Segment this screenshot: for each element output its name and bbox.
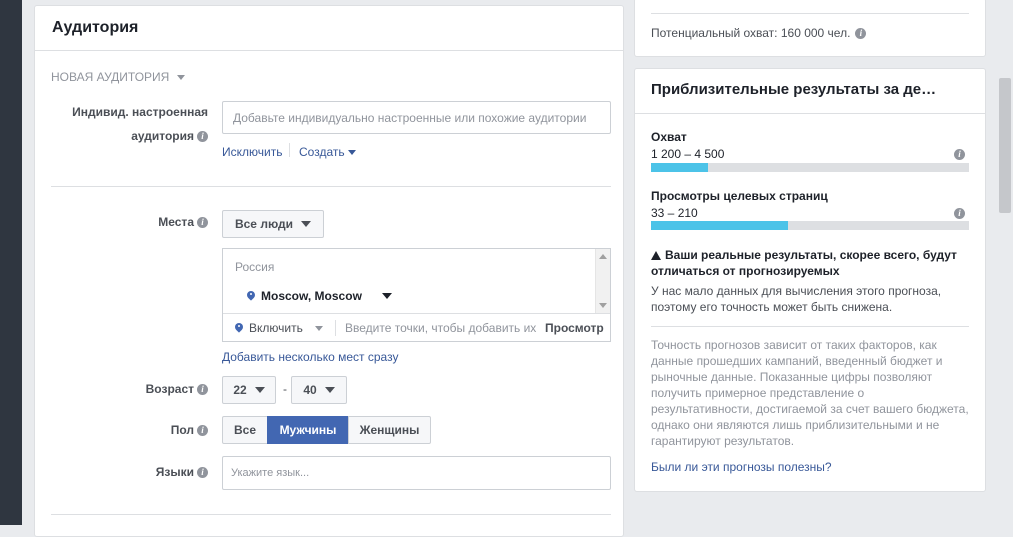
locations-search-row: Включить Введите точки, чтобы добавить и… [223,313,610,342]
exclude-link[interactable]: Исключить [222,145,282,159]
age-dash: - [283,382,287,396]
caret-down-icon [324,387,335,393]
audience-card: Аудитория НОВАЯ АУДИТОРИЯ Индивид. настр… [34,5,624,537]
potential-reach-card: Потенциальный охват: 160 000 чел. i [634,0,986,57]
languages-input[interactable]: Укажите язык... [222,456,611,490]
section-divider [51,514,611,515]
create-label: Создать [299,145,345,159]
warning-title: Ваши реальные результаты, скорее всего, … [651,247,969,279]
views-label: Просмотры целевых страниц [651,189,828,203]
potential-reach-text: Потенциальный охват: 160 000 чел. i [651,26,867,40]
places-label-text: Места [158,215,194,229]
caret-down-icon [314,325,323,331]
card-divider [635,113,985,114]
gender-all-button[interactable]: Все [222,416,268,444]
warning-icon [651,251,661,260]
caret-down-icon [177,74,186,80]
locations-box: Россия Moscow, Moscow Включить Введите т… [222,248,611,342]
include-label: Включить [249,321,303,335]
caret-down-icon[interactable] [381,293,392,299]
views-bar-fill [651,221,788,230]
warning-block: Ваши реальные результаты, скорее всего, … [651,247,969,315]
browse-button[interactable]: Просмотр [545,321,604,335]
section-divider [51,186,611,187]
locations-scrollbar[interactable] [595,249,610,313]
caret-down-icon [254,387,265,393]
gender-women-button[interactable]: Женщины [348,416,431,444]
include-separator [335,320,336,336]
info-icon[interactable]: i [197,131,208,143]
info-icon[interactable]: i [954,208,965,219]
include-dropdown[interactable]: Включить [235,314,323,342]
reach-label: Охват [651,130,687,144]
potential-reach-value: Потенциальный охват: 160 000 чел. [651,26,851,40]
location-pin-icon [235,323,243,333]
scroll-down-arrow-icon[interactable] [599,303,607,308]
info-icon[interactable]: i [197,425,208,437]
places-dropdown-label: Все люди [234,217,294,231]
languages-label-text: Языки [155,465,194,479]
location-city: Moscow, Moscow [261,289,362,303]
gender-men-button[interactable]: Мужчины [267,416,349,444]
gender-label-text: Пол [170,423,194,437]
info-icon[interactable]: i [197,467,208,479]
location-pin-icon [247,291,255,301]
places-dropdown[interactable]: Все люди [222,210,324,238]
age-to-dropdown[interactable]: 40 [291,376,347,404]
left-rail [0,0,22,525]
reach-bar-fill [651,163,709,172]
age-from-dropdown[interactable]: 22 [222,376,276,404]
scroll-up-arrow-icon[interactable] [599,254,607,259]
results-title: Приблизительные результаты за де… [651,81,937,98]
card-title: Аудитория [35,6,623,51]
caret-down-icon [301,221,312,227]
add-many-places-link[interactable]: Добавить несколько мест сразу [222,350,398,364]
views-range: 33 – 210 [651,206,698,220]
page-scrollbar-thumb[interactable] [999,78,1011,213]
reach-bar [651,163,969,172]
info-icon[interactable]: i [197,384,208,396]
estimated-results-card: Приблизительные результаты за де… Охват … [634,68,986,492]
location-search-input[interactable]: Введите точки, чтобы добавить их [345,321,537,335]
reach-range: 1 200 – 4 500 [651,147,725,161]
warning-title-text: Ваши реальные результаты, скорее всего, … [651,248,957,278]
languages-placeholder: Укажите язык... [231,467,310,479]
languages-label: Языки i [156,462,208,482]
country-label: Россия [235,260,275,274]
age-label: Возраст i [146,379,208,399]
info-icon[interactable]: i [954,149,965,160]
custom-audience-label: Индивид. настроенная аудитория i [72,102,208,146]
new-audience-toggle[interactable]: НОВАЯ АУДИТОРИЯ [51,70,186,84]
custom-audience-label-line2: аудитория [131,129,194,143]
link-separator [289,143,290,157]
card-divider [651,326,969,327]
views-bar [651,221,969,230]
age-label-text: Возраст [145,382,194,396]
age-to-value: 40 [303,383,317,397]
accuracy-text: Точность прогнозов зависит от таких факт… [651,338,969,448]
custom-audience-placeholder: Добавьте индивидуально настроенные или п… [233,110,587,125]
feedback-link[interactable]: Были ли эти прогнозы полезны? [651,460,832,474]
caret-down-icon [347,149,356,155]
age-from-value: 22 [233,383,247,397]
section-label: НОВАЯ АУДИТОРИЯ [51,70,170,84]
info-icon[interactable]: i [855,27,867,39]
location-item[interactable]: Moscow, Moscow [247,289,392,303]
gender-label: Пол i [171,420,208,440]
locations-list: Россия Moscow, Moscow [223,249,594,313]
create-dropdown[interactable]: Создать [299,145,356,159]
card-divider [651,13,969,14]
warning-text: У нас мало данных для вычисления этого п… [651,284,942,314]
custom-audience-input[interactable]: Добавьте индивидуально настроенные или п… [222,101,611,134]
info-icon[interactable]: i [197,217,208,229]
places-label: Места i [158,212,208,232]
custom-audience-label-line1: Индивид. настроенная [72,105,208,119]
